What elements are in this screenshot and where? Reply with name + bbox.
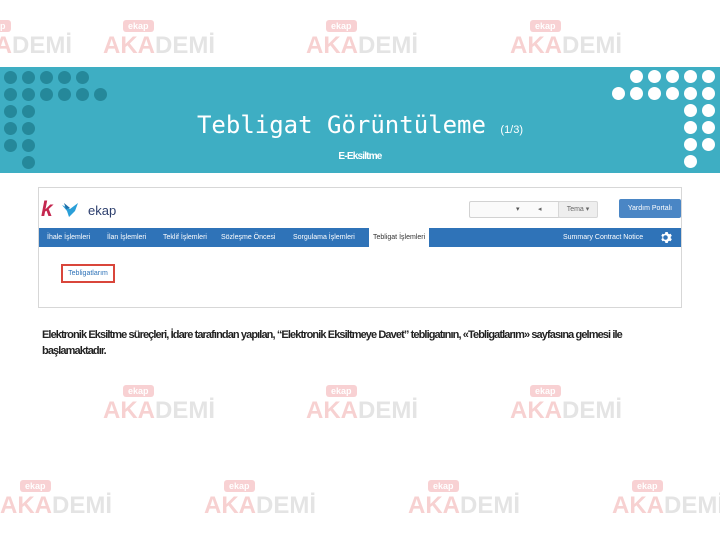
- nav-item-pre-contract[interactable]: Sözleşme Öncesi: [221, 228, 275, 247]
- watermark: ekapAKADEMİ: [0, 480, 112, 519]
- nav-item-notification[interactable]: Tebligat İşlemleri: [369, 228, 430, 247]
- watermark: ekapAKADEMİ: [306, 20, 418, 59]
- watermark: ekapAKADEMİ: [103, 385, 215, 424]
- watermark: ekapAKADEMİ: [103, 20, 215, 59]
- watermark: ekapAKADEMİ: [510, 20, 622, 59]
- nav-item-tender[interactable]: İhale İşlemleri: [47, 228, 90, 247]
- watermark: ekapAKADEMİ: [204, 480, 316, 519]
- slide-description: Elektronik Eksiltme süreçleri, İdare tar…: [42, 329, 623, 357]
- page-indicator: (1/3): [500, 124, 524, 136]
- nav-item-summary-contract[interactable]: Summary Contract Notice: [563, 228, 643, 247]
- chevron-down-icon: ▾: [516, 206, 520, 213]
- watermark: ekapAKADEMİ: [612, 480, 720, 519]
- nav-item-query[interactable]: Sorgulama İşlemleri: [293, 228, 355, 247]
- logo-text: ekap: [88, 203, 117, 218]
- slide-title: Tebligat Görüntüleme (1/3): [196, 111, 524, 139]
- watermark: ekapAKADEMİ: [510, 385, 622, 424]
- speaker-icon: ◂: [538, 206, 542, 213]
- slide-subtitle: E-Eksiltme: [338, 151, 382, 162]
- help-portal-button[interactable]: Yardım Portalı: [619, 199, 681, 218]
- watermark: ekapAKADEMİ: [408, 480, 520, 519]
- ekap-app-screenshot: k ekap ▾ ◂ Tema ▾ Yardım Portalı İhale İ…: [38, 187, 682, 308]
- logo-letter: k: [41, 198, 53, 221]
- app-topbar: k ekap ▾ ◂ Tema ▾ Yardım Portalı: [39, 188, 681, 228]
- nav-item-notice[interactable]: İlan İşlemleri: [107, 228, 146, 247]
- bird-logo-icon: [62, 203, 78, 217]
- language-select[interactable]: ▾ ◂: [469, 201, 564, 218]
- watermark: ekapAKADEMİ: [306, 385, 418, 424]
- theme-dropdown[interactable]: Tema ▾: [558, 201, 598, 218]
- nav-item-bid[interactable]: Teklif İşlemleri: [163, 228, 207, 247]
- notifications-tab[interactable]: Tebligatlarım: [61, 264, 115, 283]
- watermark: ekapAKADEMİ: [0, 20, 72, 70]
- gear-icon[interactable]: [659, 231, 672, 244]
- main-nav: İhale İşlemleri İlan İşlemleri Teklif İş…: [39, 228, 681, 247]
